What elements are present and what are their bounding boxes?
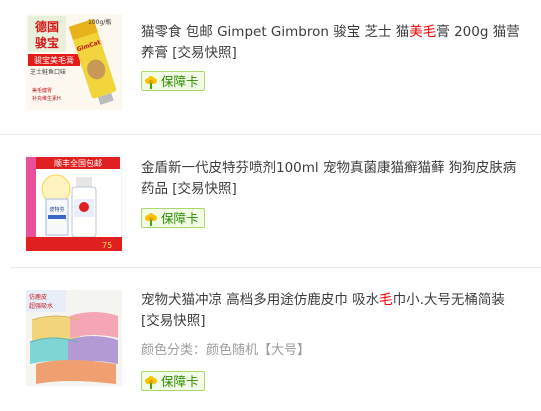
- title-highlight: 美毛: [409, 24, 437, 40]
- banner-text: 骏宝美毛膏: [34, 55, 74, 65]
- banner-text: 顺丰全国包邮: [54, 158, 102, 168]
- list-item: 仿鹿皮 超强吸水 宠物犬猫冲凉 高档多用途仿鹿皮巾 吸水毛巾小.大号无桶简装 […: [0, 268, 541, 411]
- box-product-text: 皮特芬: [49, 206, 64, 213]
- product-photo-gimcat: 德国 骏宝 骏宝美毛膏 芝士鲑鱼口味 GimCat 100g/瓶 美毛健胃 补充…: [26, 14, 122, 110]
- note1-text: 美毛健胃: [32, 87, 52, 94]
- title-text: 猫零食 包邮 Gimpet Gimbron 骏宝 芝士 猫: [141, 24, 410, 40]
- flower-icon: [145, 213, 157, 226]
- list-item: 顺丰全国包邮 皮特芬 75 金盾新一代皮特芬喷剂100ml 宠物真菌康猫癣猫藓 …: [0, 135, 541, 267]
- item-title-link[interactable]: 猫零食 包邮 Gimpet Gimbron 骏宝 芝士 猫美毛膏 200g 猫营…: [141, 22, 521, 64]
- item-title-link[interactable]: 宠物犬猫冲凉 高档多用途仿鹿皮巾 吸水毛巾小.大号无桶简装 [交易快照]: [141, 290, 521, 332]
- flower-icon: [145, 376, 157, 389]
- brand-line1: 德国: [35, 19, 59, 34]
- list-item: 德国 骏宝 骏宝美毛膏 芝士鲑鱼口味 GimCat 100g/瓶 美毛健胃 补充…: [0, 0, 541, 134]
- guarantee-card-badge[interactable]: 保障卡: [141, 208, 205, 228]
- product-photo-towels: 仿鹿皮 超强吸水: [26, 290, 122, 386]
- item-title-link[interactable]: 金盾新一代皮特芬喷剂100ml 宠物真菌康猫癣猫藓 狗狗皮肤病药品 [交易快照]: [141, 158, 521, 200]
- flower-icon: [145, 76, 157, 89]
- guarantee-card-badge[interactable]: 保障卡: [141, 371, 205, 391]
- note2-text: 补充维生素H: [32, 95, 61, 102]
- title-text: 宠物犬猫冲凉 高档多用途仿鹿皮巾 吸水: [141, 292, 380, 308]
- badge-label: 保障卡: [161, 211, 199, 226]
- title-text: 金盾新一代皮特芬喷剂100ml 宠物真菌康猫癣猫藓 狗狗皮肤病药品 [交易快照]: [141, 160, 517, 197]
- product-image[interactable]: 德国 骏宝 骏宝美毛膏 芝士鲑鱼口味 GimCat 100g/瓶 美毛健胃 补充…: [26, 14, 122, 110]
- tag2-text: 超强吸水: [29, 302, 53, 310]
- title-highlight: 毛: [379, 292, 393, 308]
- flavor-text: 芝士鲑鱼口味: [30, 68, 66, 76]
- guarantee-card-badge[interactable]: 保障卡: [141, 71, 205, 91]
- tag1-text: 仿鹿皮: [29, 293, 47, 301]
- product-photo-spray: 顺丰全国包邮 皮特芬 75: [26, 155, 122, 251]
- badge-label: 保障卡: [161, 74, 199, 89]
- price-text: 75: [102, 241, 112, 250]
- weight-text: 100g/瓶: [88, 18, 111, 26]
- brand-line2: 骏宝: [35, 35, 59, 50]
- product-image[interactable]: 顺丰全国包邮 皮特芬 75: [26, 155, 122, 251]
- item-spec: 颜色分类：颜色随机【大号】: [141, 343, 311, 358]
- product-image[interactable]: 仿鹿皮 超强吸水: [26, 290, 122, 386]
- badge-label: 保障卡: [161, 374, 199, 389]
- order-item-list: 德国 骏宝 骏宝美毛膏 芝士鲑鱼口味 GimCat 100g/瓶 美毛健胃 补充…: [0, 0, 541, 411]
